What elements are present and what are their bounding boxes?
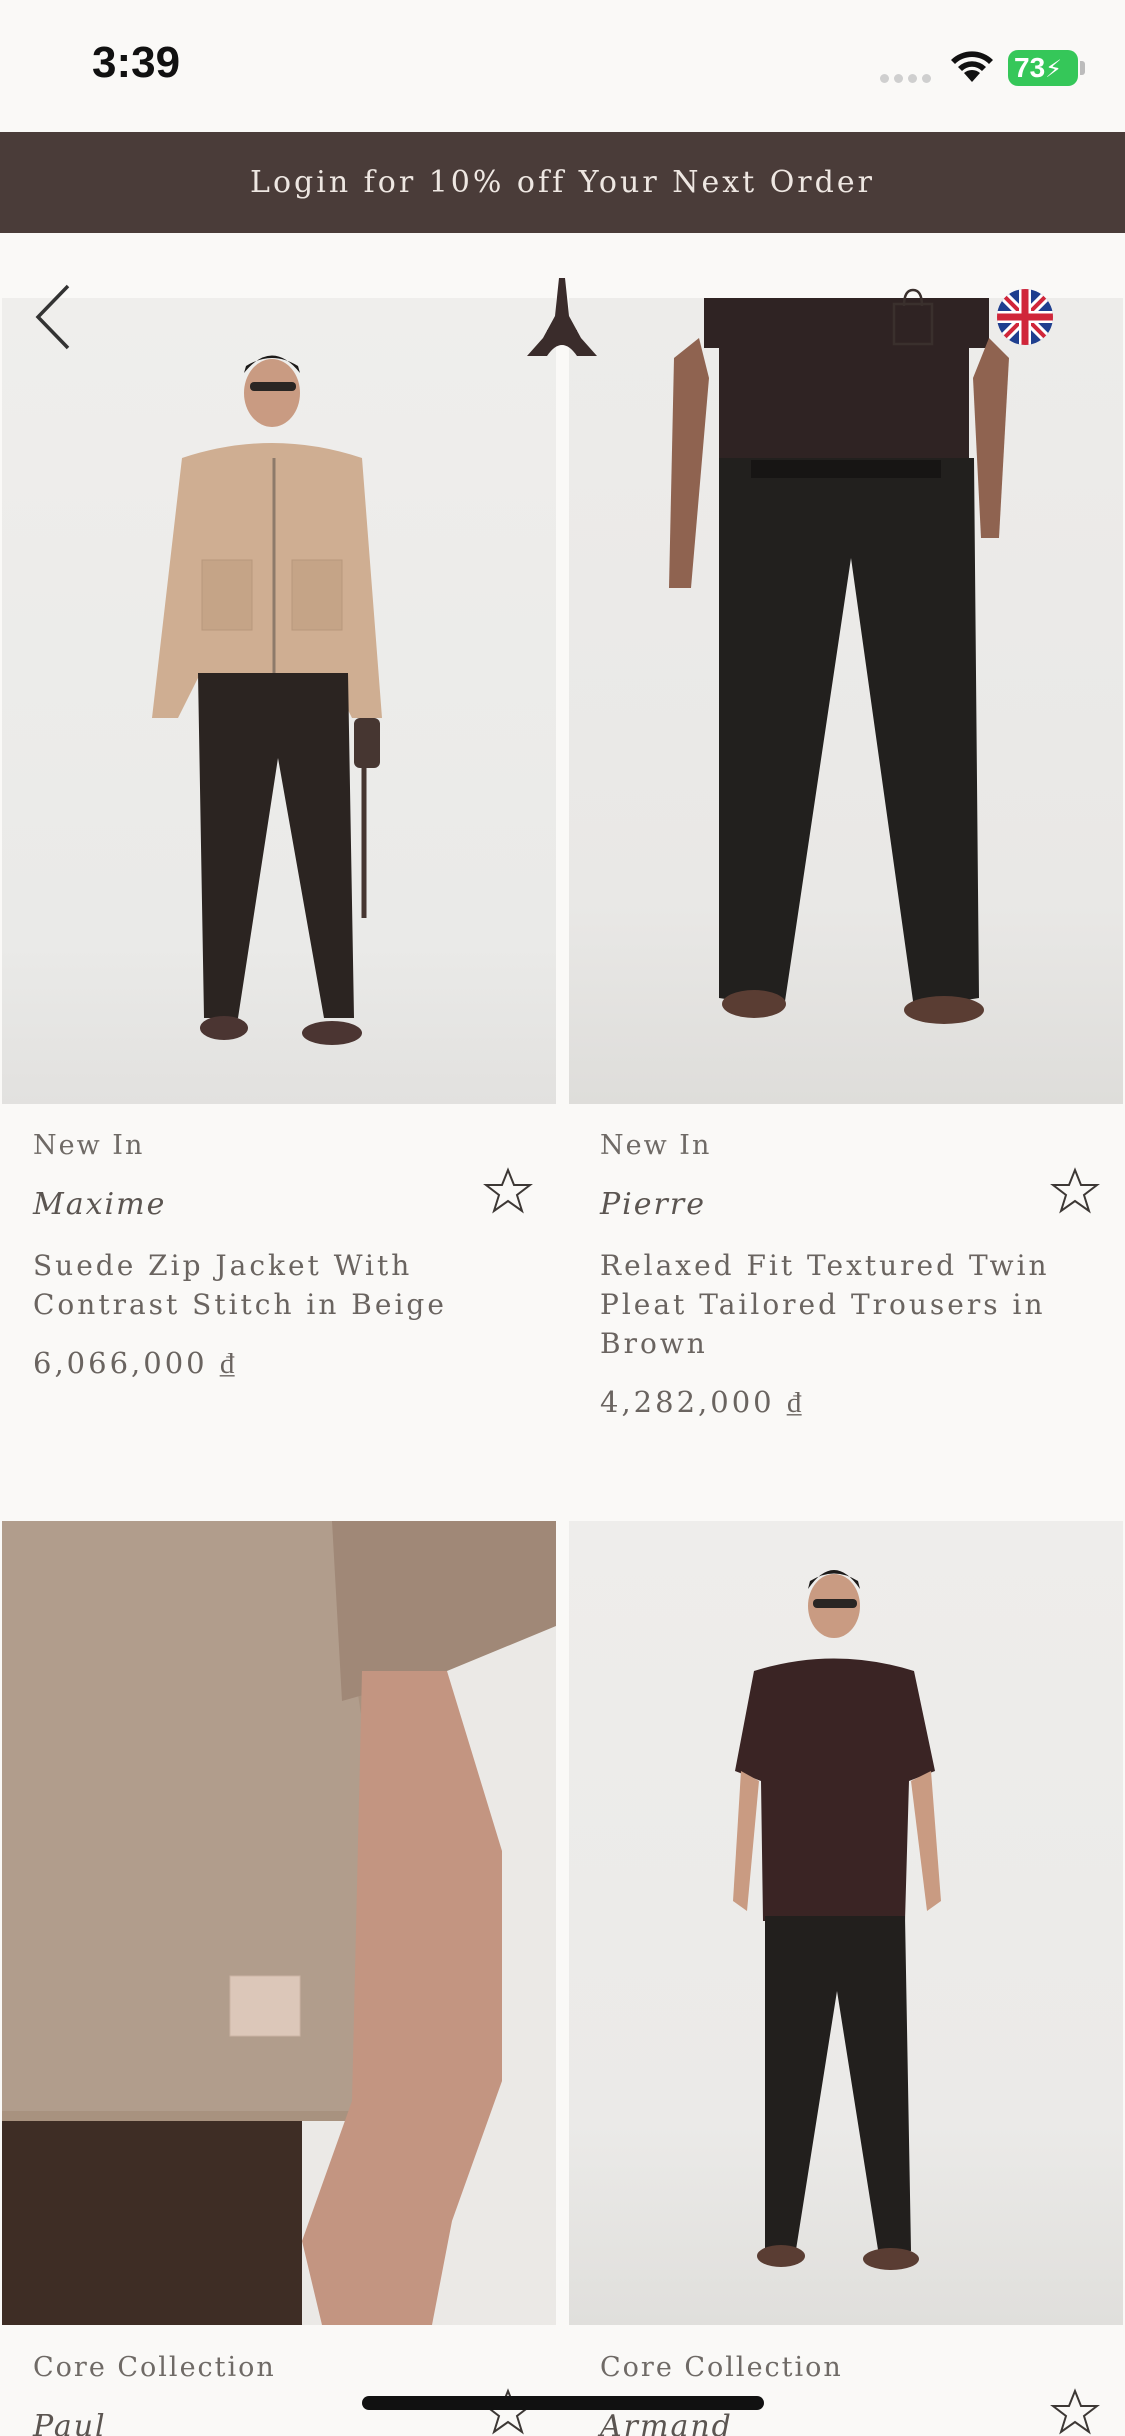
product-card-info-2[interactable]: New In Pierre Relaxed Fit Textured Twin … [600,1130,1100,1420]
status-bar: 3:39 73⚡ [0,0,1125,132]
product-photo-1 [152,355,382,1045]
product-tag: New In [33,1130,145,1161]
home-indicator[interactable] [362,2396,764,2410]
product-card-info-1[interactable]: New In Maxime Suede Zip Jacket With Cont… [33,1130,533,1381]
product-price: 6,066,000 ₫ [33,1346,238,1380]
eiffel-tower-logo[interactable] [525,276,599,358]
product-image-2[interactable] [569,298,1123,1104]
cellular-signal-icon [880,74,931,83]
product-photo-2 [669,298,1009,1024]
product-brand: Armand [600,2409,733,2436]
promo-banner-text: Login for 10% off Your Next Order [250,165,875,200]
product-image-3[interactable] [2,1521,556,2325]
product-price: 4,282,000 ₫ [600,1385,805,1419]
shopping-bag-icon[interactable] [890,288,936,346]
product-tag: Core Collection [33,2352,276,2383]
login-promo-banner[interactable]: Login for 10% off Your Next Order [0,132,1125,233]
back-chevron-icon[interactable] [34,282,74,352]
battery-level: 73 [1014,52,1046,83]
favorite-star-icon[interactable] [483,1167,533,1215]
product-image-1[interactable] [2,298,556,1104]
product-brand: Pierre [600,1187,706,1222]
product-card-info-4[interactable]: Core Collection Armand [600,2352,1100,2436]
favorite-star-icon[interactable] [1050,2388,1100,2436]
product-photo-3 [2,1521,556,2325]
product-name: Suede Zip Jacket With Contrast Stitch in… [33,1249,447,1321]
wifi-icon [951,51,993,82]
product-brand: Paul [33,2409,107,2436]
uk-flag-icon[interactable] [997,289,1053,345]
product-brand: Maxime [33,1187,167,1222]
status-time: 3:39 [92,38,181,87]
product-tag: Core Collection [600,2352,843,2383]
product-photo-4 [733,1570,941,2270]
product-tag: New In [600,1130,712,1161]
battery-icon: 73⚡ [1008,50,1078,86]
battery-cap [1080,61,1085,75]
product-name: Relaxed Fit Textured Twin Pleat Tailored… [600,1249,1050,1360]
product-card-info-3[interactable]: Core Collection Paul [33,2352,533,2436]
favorite-star-icon[interactable] [1050,1167,1100,1215]
product-image-4[interactable] [569,1521,1123,2325]
